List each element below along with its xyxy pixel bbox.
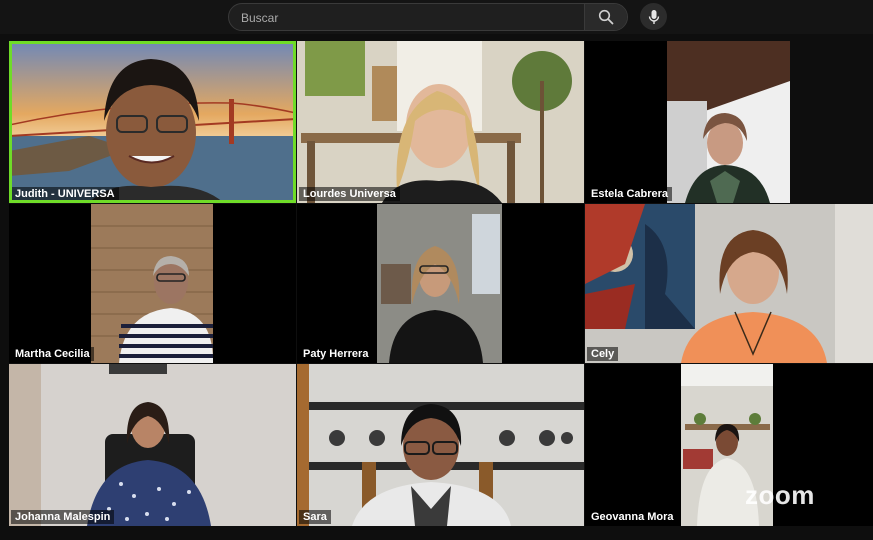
video-tile-cely[interactable]: Cely [585, 204, 873, 363]
top-bar [0, 0, 873, 34]
search-icon [598, 9, 614, 25]
participant-name: Sara [299, 510, 331, 524]
watermark-text: zoom [745, 480, 815, 510]
zoom-watermark: zoom [745, 480, 815, 511]
participant-video [9, 204, 296, 363]
search-box [228, 3, 628, 31]
video-tile-paty[interactable]: Paty Herrera [297, 204, 584, 363]
video-tile-sara[interactable]: Sara [297, 364, 584, 526]
microphone-icon [648, 9, 659, 24]
voice-search-button[interactable] [640, 3, 667, 30]
participant-video [9, 41, 296, 203]
video-tile-geovanna[interactable]: Geovanna Mora [585, 364, 873, 526]
video-tile-lourdes[interactable]: Lourdes Universa [297, 41, 584, 203]
participant-name: Judith - UNIVERSA [11, 187, 119, 201]
video-tile-estela[interactable]: Estela Cabrera [585, 41, 790, 203]
video-tile-judith[interactable]: Judith - UNIVERSA [9, 41, 296, 203]
participant-name: Lourdes Universa [299, 187, 400, 201]
participant-video [297, 41, 584, 203]
participant-video [297, 364, 584, 526]
search-button[interactable] [584, 4, 627, 30]
participant-name: Cely [587, 347, 619, 361]
participant-video [585, 364, 873, 526]
participant-video [297, 204, 584, 363]
participant-name: Paty Herrera [299, 347, 373, 361]
search-input[interactable] [239, 8, 583, 28]
participant-name: Johanna Malespin [11, 510, 115, 524]
participant-video [9, 364, 296, 526]
participant-video [585, 41, 790, 203]
participant-name: Martha Cecilia [11, 347, 94, 361]
video-tile-martha[interactable]: Martha Cecilia [9, 204, 296, 363]
participant-name: Geovanna Mora [587, 510, 678, 524]
video-tile-johanna[interactable]: Johanna Malespin [9, 364, 296, 526]
participant-video [585, 204, 873, 363]
participant-name: Estela Cabrera [587, 187, 673, 201]
